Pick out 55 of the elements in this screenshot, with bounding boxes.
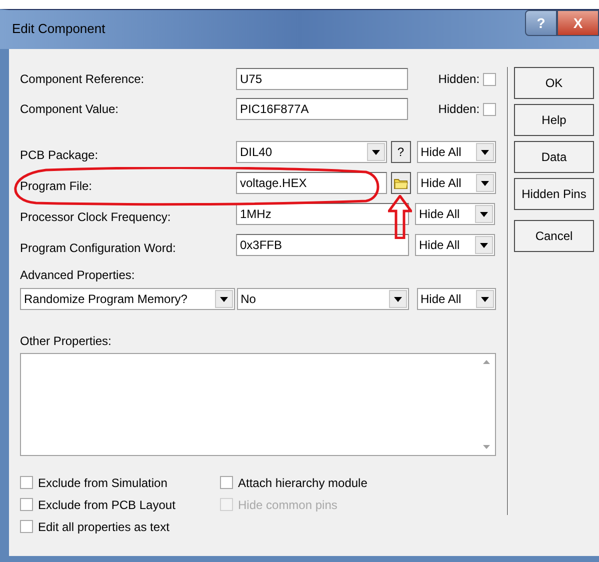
scroll-up-icon[interactable] — [483, 360, 490, 364]
arrow-annotation — [388, 195, 412, 239]
checkbox-label: Exclude from Simulation — [38, 476, 168, 490]
caret-icon — [372, 150, 380, 154]
checkbox-label: Edit all properties as text — [38, 520, 170, 534]
visibility-dropdown[interactable]: Hide All — [415, 203, 495, 225]
checkbox[interactable] — [220, 476, 233, 489]
visibility-dropdown[interactable]: Hide All — [416, 141, 496, 163]
checkbox-label: Hide common pins — [238, 498, 338, 512]
input-field[interactable]: voltage.HEX — [236, 172, 387, 194]
caret-icon — [394, 296, 402, 302]
input-field[interactable]: PIC16F877A — [236, 98, 408, 120]
caret-icon — [481, 296, 489, 302]
property-label: Program File: — [20, 178, 94, 193]
browse-button[interactable] — [390, 172, 411, 194]
hidden-label: Hidden: — [438, 102, 481, 116]
checkbox-label: Attach hierarchy module — [238, 476, 368, 490]
window-title: Edit Component — [12, 21, 106, 36]
checkbox[interactable] — [20, 498, 33, 511]
input-field[interactable]: U75 — [236, 68, 408, 90]
visibility-dropdown[interactable]: Hide All — [415, 234, 495, 256]
dialog-button[interactable]: Data — [514, 141, 594, 173]
field-label: Component Reference: — [20, 72, 146, 86]
text-area[interactable] — [20, 353, 496, 456]
dialog-button[interactable]: Hidden Pins — [514, 178, 594, 210]
folder-icon — [394, 177, 408, 189]
caret-icon — [220, 296, 228, 302]
visibility-dropdown[interactable]: Hide All — [416, 288, 496, 310]
property-dropdown[interactable]: Randomize Program Memory? — [20, 288, 235, 310]
visibility-dropdown[interactable]: Hide All — [416, 172, 496, 194]
value-dropdown[interactable]: No — [236, 288, 408, 310]
checkbox[interactable] — [483, 72, 496, 86]
dropdown[interactable]: DIL40 — [236, 141, 387, 163]
input-field[interactable]: 0x3FFB — [236, 234, 409, 256]
field-label: Component Value: — [20, 102, 120, 116]
hidden-label: Hidden: — [438, 72, 481, 86]
checkbox[interactable] — [483, 102, 496, 116]
dialog-button[interactable]: OK — [514, 67, 594, 99]
input-field[interactable]: 1MHz — [236, 203, 409, 225]
property-label: Processor Clock Frequency: — [20, 209, 172, 224]
caret-icon — [480, 212, 488, 216]
checkbox[interactable] — [20, 476, 33, 489]
dialog-button[interactable]: Help — [514, 104, 594, 136]
caret-icon — [480, 180, 489, 186]
caret-icon — [481, 150, 489, 154]
checkbox-label: Exclude from PCB Layout — [38, 498, 176, 512]
property-label: PCB Package: — [20, 147, 100, 162]
caret-icon — [480, 242, 488, 248]
help-button[interactable]: ? — [390, 141, 411, 163]
scroll-down-icon[interactable] — [483, 445, 490, 449]
dialog-button[interactable]: Cancel — [514, 220, 594, 252]
section-label: Other Properties: — [20, 334, 112, 348]
property-label: Program Configuration Word: — [20, 240, 177, 255]
checkbox[interactable] — [20, 520, 33, 533]
section-label: Advanced Properties: — [20, 268, 135, 282]
